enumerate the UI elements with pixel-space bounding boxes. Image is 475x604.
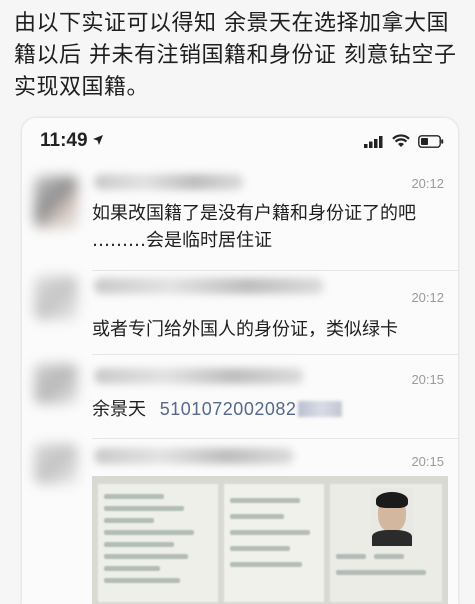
message-line: ………会是临时居住证 xyxy=(92,230,272,251)
phone-screenshot: 11:49 20:12 如果改国籍了是没有户籍和身份证了的吧 ………会是临时居住… xyxy=(22,118,458,604)
status-bar: 11:49 xyxy=(22,118,458,166)
chat-message: 20:15 余景天 5101072002082 xyxy=(22,356,458,426)
sender-name-blurred xyxy=(94,174,244,190)
form-line xyxy=(336,570,426,575)
form-line xyxy=(230,562,302,567)
avatar xyxy=(34,176,78,228)
form-line xyxy=(104,566,160,571)
form-line xyxy=(230,498,300,503)
form-line xyxy=(230,546,290,551)
caption-line-1: 由以下实证可以得知 余景天在选择加拿大国 xyxy=(14,11,449,36)
wifi-icon xyxy=(392,134,410,147)
form-line xyxy=(104,554,188,559)
form-line xyxy=(104,542,174,547)
form-line xyxy=(336,554,366,559)
chat-message: 20:12 如果改国籍了是没有户籍和身份证了的吧 ………会是临时居住证 xyxy=(22,166,458,270)
sender-name-blurred xyxy=(94,368,304,384)
avatar xyxy=(34,364,78,404)
message-time: 20:12 xyxy=(411,290,444,305)
portrait-body xyxy=(372,530,412,546)
caption-line-2: 籍以后 并未有注销国籍和身份证 刻意钻空子 xyxy=(14,43,457,68)
divider xyxy=(92,438,458,439)
message-time: 20:15 xyxy=(411,372,444,387)
form-line xyxy=(374,554,404,559)
message-text: 或者专门给外国人的身份证，类似绿卡 xyxy=(92,319,398,340)
form-line xyxy=(104,494,164,499)
divider xyxy=(92,354,458,355)
location-arrow-icon xyxy=(93,135,103,145)
id-number-link[interactable]: 5101072002082 xyxy=(160,399,297,419)
id-portrait xyxy=(370,488,414,546)
sender-name-blurred xyxy=(94,278,324,294)
message-time: 20:12 xyxy=(411,176,444,191)
post-caption: 由以下实证可以得知 余景天在选择加拿大国 籍以后 并未有注销国籍和身份证 刻意钻… xyxy=(14,8,466,104)
portrait-hair xyxy=(376,492,408,508)
form-line xyxy=(104,518,154,523)
message-line: 如果改国籍了是没有户籍和身份证了的吧 xyxy=(92,203,416,224)
divider xyxy=(92,270,458,271)
id-document-photo[interactable] xyxy=(92,476,448,604)
sender-name-blurred xyxy=(94,448,294,464)
id-number-redaction xyxy=(298,401,343,417)
person-name: 余景天 xyxy=(92,399,146,420)
message-time: 20:15 xyxy=(411,454,444,469)
form-line xyxy=(104,506,184,511)
message-text: 如果改国籍了是没有户籍和身份证了的吧 ………会是临时居住证 xyxy=(92,200,416,254)
message-text: 余景天 5101072002082 xyxy=(92,396,343,423)
chat-message: 20:12 或者专门给外国人的身份证，类似绿卡 xyxy=(22,272,458,348)
form-line xyxy=(104,578,180,583)
document-form xyxy=(98,484,218,602)
form-line xyxy=(230,530,310,535)
caption-line-3: 实现双国籍。 xyxy=(14,75,150,100)
document-form xyxy=(224,484,324,602)
form-line xyxy=(104,530,194,535)
avatar xyxy=(34,276,78,320)
signal-icon xyxy=(364,136,383,148)
battery-icon xyxy=(418,135,444,148)
status-time: 11:49 xyxy=(40,130,88,151)
avatar xyxy=(34,444,78,484)
form-line xyxy=(230,514,284,519)
